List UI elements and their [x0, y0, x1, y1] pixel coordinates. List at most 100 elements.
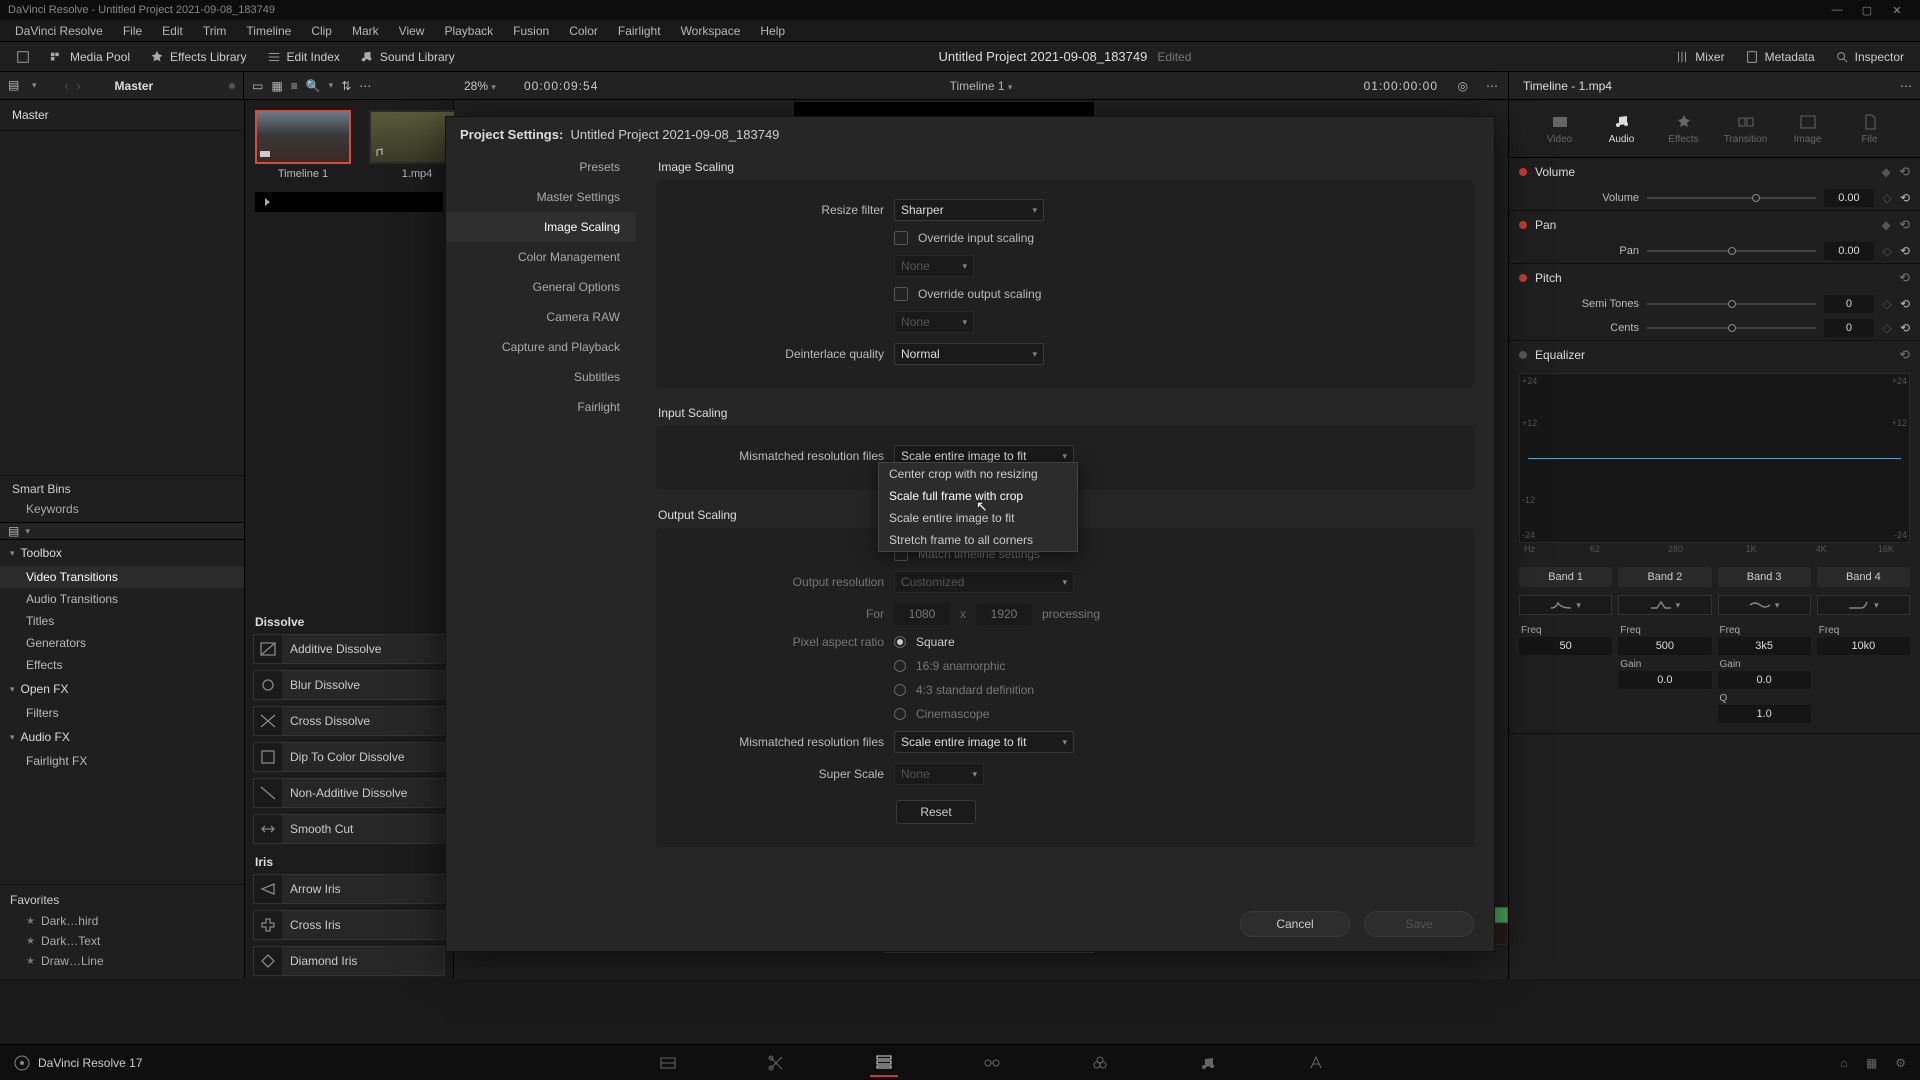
fx-video-transitions[interactable]: Video Transitions	[0, 566, 244, 588]
favorite-item[interactable]: Draw…Line	[10, 951, 234, 971]
transition-item[interactable]: Non-Additive Dissolve	[253, 778, 445, 808]
reset-icon[interactable]: ⟲	[1900, 191, 1910, 205]
edit-index-button[interactable]: Edit Index	[257, 47, 350, 67]
fullscreen-button[interactable]	[6, 47, 40, 67]
section-enable-icon[interactable]	[1519, 221, 1527, 229]
eq-gain-value[interactable]: 0.0	[1618, 671, 1711, 689]
nav-next-icon[interactable]: ›	[77, 79, 81, 93]
project-manager-icon[interactable]: ▦	[1866, 1056, 1877, 1070]
modal-nav-subtitles[interactable]: Subtitles	[446, 362, 636, 392]
fx-audio-transitions[interactable]: Audio Transitions	[0, 588, 244, 610]
timeline-name[interactable]: Timeline 1 ▾	[950, 79, 1013, 93]
dropdown-option[interactable]: Scale full frame with crop	[879, 485, 1077, 507]
fx-effects[interactable]: Effects	[0, 654, 244, 676]
viewer-zoom[interactable]: 28%	[464, 79, 488, 93]
resize-filter-select[interactable]: Sharper▾	[894, 199, 1044, 221]
cancel-button[interactable]: Cancel	[1240, 911, 1350, 937]
transition-item[interactable]: Dip To Color Dissolve	[253, 742, 445, 772]
page-deliver[interactable]	[1302, 1049, 1330, 1077]
override-output-checkbox[interactable]	[894, 287, 908, 301]
eq-band-tab[interactable]: Band 3	[1718, 567, 1811, 587]
view-clip-icon[interactable]: ▭	[252, 79, 263, 93]
modal-nav-color[interactable]: Color Management	[446, 242, 636, 272]
modal-nav-camera-raw[interactable]: Camera RAW	[446, 302, 636, 332]
eq-shape-select[interactable]: ▾	[1718, 595, 1811, 615]
fx-group-openfx[interactable]: Open FX	[0, 676, 244, 702]
nav-prev-icon[interactable]: ‹	[65, 79, 69, 93]
window-max-icon[interactable]: ▢	[1852, 4, 1882, 17]
jog-strip[interactable]	[255, 192, 443, 212]
modal-nav-image-scaling[interactable]: Image Scaling	[446, 212, 636, 242]
semitone-slider[interactable]	[1647, 297, 1816, 311]
modal-nav-presets[interactable]: Presets	[446, 152, 636, 182]
inspector-more-icon[interactable]: ⋯	[1900, 79, 1912, 93]
menu-item[interactable]: Color	[560, 22, 607, 40]
modal-nav-master[interactable]: Master Settings	[446, 182, 636, 212]
eq-shape-select[interactable]: ▾	[1817, 595, 1910, 615]
dropdown-option[interactable]: Center crop with no resizing	[879, 463, 1077, 485]
pan-slider[interactable]	[1647, 244, 1816, 258]
bin-root[interactable]: Master	[0, 100, 244, 131]
eq-shape-select[interactable]: ▾	[1519, 595, 1612, 615]
menu-item[interactable]: Edit	[153, 22, 192, 40]
transition-item[interactable]: Cross Iris	[253, 910, 445, 940]
cents-slider[interactable]	[1647, 321, 1816, 335]
menu-item[interactable]: DaVinci Resolve	[6, 22, 112, 40]
page-cut[interactable]	[762, 1049, 790, 1077]
reset-button[interactable]: Reset	[896, 800, 976, 824]
metadata-button[interactable]: Metadata	[1735, 47, 1825, 67]
settings-icon[interactable]: ⚙	[1895, 1056, 1906, 1070]
more-icon[interactable]: ⋯	[359, 79, 371, 93]
output-mismatch-select[interactable]: Scale entire image to fit▾	[894, 731, 1074, 753]
section-volume[interactable]: Volume	[1535, 165, 1873, 179]
fx-filters[interactable]: Filters	[0, 702, 244, 724]
volume-slider[interactable]	[1647, 191, 1816, 205]
eq-band-tab[interactable]: Band 4	[1817, 567, 1910, 587]
sound-library-button[interactable]: Sound Library	[350, 47, 465, 67]
view-thumb-icon[interactable]: ▦	[271, 79, 282, 93]
menu-item[interactable]: Fusion	[504, 22, 558, 40]
smart-bin-keywords[interactable]: Keywords	[12, 496, 232, 516]
section-enable-icon[interactable]	[1519, 351, 1527, 359]
menu-item[interactable]: File	[114, 22, 151, 40]
fx-fairlight-fx[interactable]: Fairlight FX	[0, 750, 244, 772]
menu-item[interactable]: Mark	[343, 22, 388, 40]
volume-value[interactable]: 0.00	[1824, 189, 1874, 207]
reset-icon[interactable]: ⟲	[1899, 164, 1910, 180]
cents-value[interactable]: 0	[1824, 319, 1874, 337]
favorite-item[interactable]: Dark…Text	[10, 931, 234, 951]
transition-item[interactable]: Diamond Iris	[253, 946, 445, 976]
transition-item[interactable]: Additive Dissolve	[253, 634, 445, 664]
bypass-icon[interactable]: ◎	[1458, 79, 1468, 93]
home-icon[interactable]: ⌂	[1841, 1056, 1848, 1070]
page-media[interactable]	[654, 1049, 682, 1077]
reset-icon[interactable]: ⟲	[1899, 270, 1910, 286]
keyframe-icon[interactable]: ◆	[1881, 165, 1891, 179]
mixer-button[interactable]: Mixer	[1665, 47, 1734, 67]
eq-freq-value[interactable]: 500	[1618, 637, 1711, 655]
menu-item[interactable]: Clip	[302, 22, 341, 40]
page-fairlight[interactable]	[1194, 1049, 1222, 1077]
clip-thumbnail[interactable]: Timeline 1	[255, 110, 351, 180]
eq-band-tab[interactable]: Band 1	[1519, 567, 1612, 587]
reset-icon[interactable]: ⟲	[1899, 217, 1910, 233]
sort-icon[interactable]: ⇅	[341, 79, 351, 93]
dropdown-option[interactable]: Stretch frame to all corners	[879, 529, 1077, 551]
section-pitch[interactable]: Pitch	[1535, 271, 1891, 285]
eq-freq-value[interactable]: 10k0	[1817, 637, 1910, 655]
inspector-button[interactable]: Inspector	[1825, 47, 1914, 67]
menu-item[interactable]: Workspace	[672, 22, 750, 40]
override-input-checkbox[interactable]	[894, 231, 908, 245]
bin-icon[interactable]: ▤	[8, 524, 19, 538]
fx-group-audiofx[interactable]: Audio FX	[0, 724, 244, 750]
transition-item[interactable]: Cross Dissolve	[253, 706, 445, 736]
page-fusion[interactable]	[978, 1049, 1006, 1077]
eq-gain-value[interactable]: 0.0	[1718, 671, 1811, 689]
eq-freq-value[interactable]: 3k5	[1718, 637, 1811, 655]
eq-q-value[interactable]: 1.0	[1718, 705, 1811, 723]
page-color[interactable]	[1086, 1049, 1114, 1077]
transition-item[interactable]: Blur Dissolve	[253, 670, 445, 700]
transition-item[interactable]: Smooth Cut	[253, 814, 445, 844]
eq-shape-select[interactable]: ▾	[1618, 595, 1711, 615]
deinterlace-select[interactable]: Normal▾	[894, 343, 1044, 365]
